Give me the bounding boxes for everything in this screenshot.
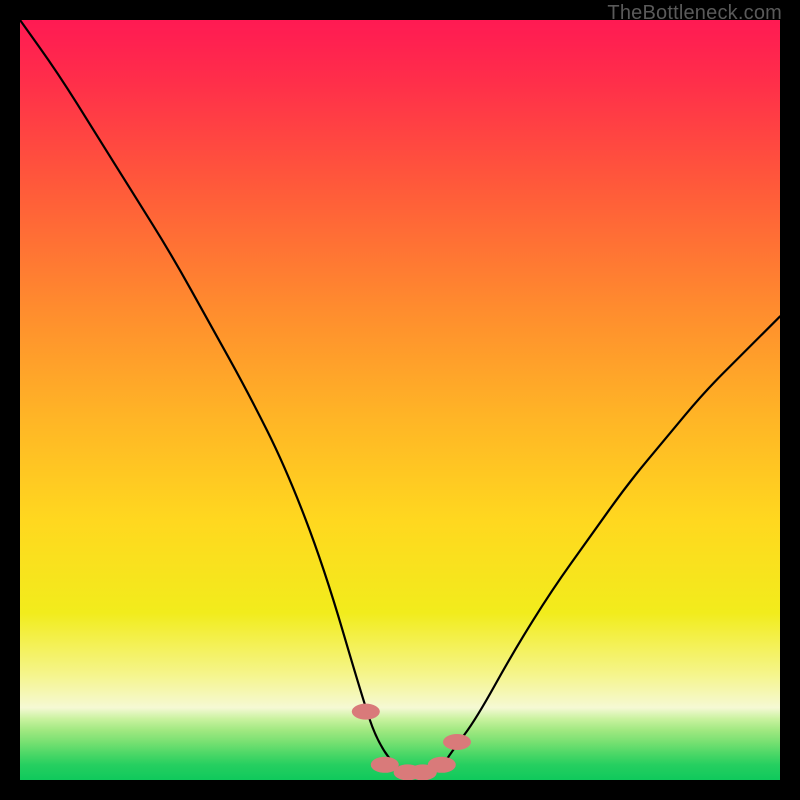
watermark-text: TheBottleneck.com xyxy=(607,2,782,25)
curve-markers xyxy=(352,704,471,780)
curve-marker xyxy=(443,734,471,750)
outer-frame: TheBottleneck.com xyxy=(0,0,800,800)
curve-marker xyxy=(428,757,456,773)
curve-layer xyxy=(20,20,780,780)
bottleneck-curve xyxy=(20,20,780,772)
curve-marker xyxy=(352,704,380,720)
plot-area xyxy=(20,20,780,780)
